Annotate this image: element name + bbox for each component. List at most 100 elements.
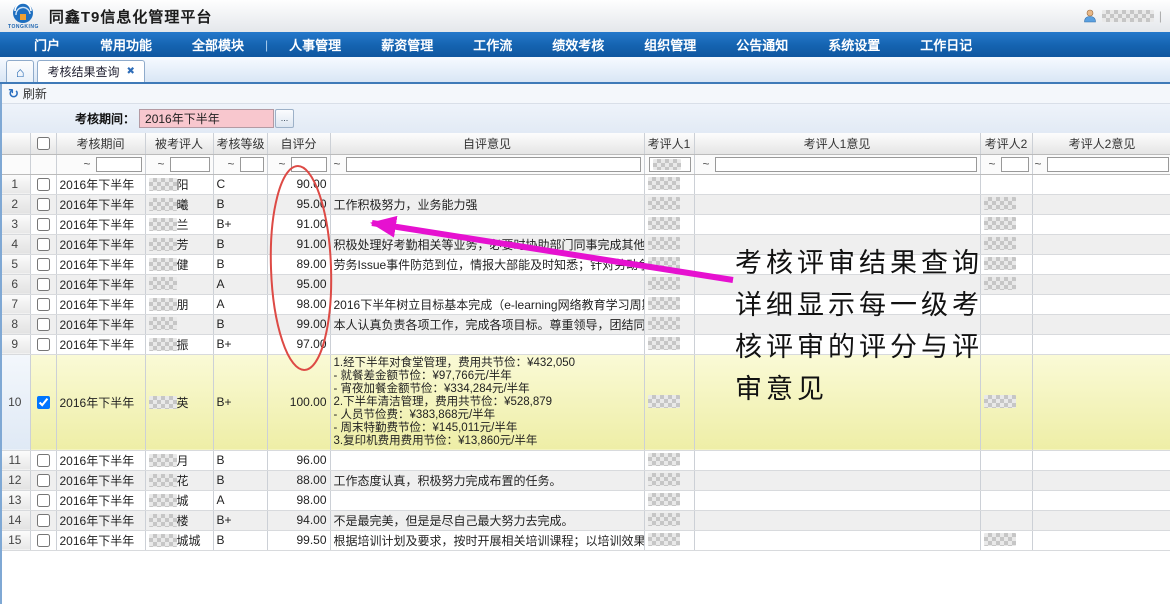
menu-item-organization[interactable]: 组织管理	[624, 35, 716, 54]
rater1-name-masked	[648, 453, 680, 466]
cell-period: 2016年下半年	[56, 274, 145, 294]
cell-rater1	[644, 334, 694, 354]
row-checkbox[interactable]	[37, 318, 50, 331]
row-checkbox[interactable]	[37, 178, 50, 191]
row-number: 9	[0, 334, 30, 354]
col-header-rater1[interactable]: 考评人1	[644, 133, 694, 154]
cell-rater2-comment	[1032, 334, 1170, 354]
cell-self-score: 91.00	[267, 214, 330, 234]
menu-item-performance[interactable]: 绩效考核	[532, 35, 624, 54]
row-number: 12	[0, 470, 30, 490]
row-checkbox[interactable]	[37, 278, 50, 291]
rater1-name-masked	[648, 395, 680, 408]
rater1-name-masked	[648, 277, 680, 290]
cell-rater1	[644, 174, 694, 194]
filter-tilde: ~	[702, 157, 709, 171]
cell-rater1-comment	[694, 490, 980, 510]
refresh-icon[interactable]: ↻	[8, 87, 19, 100]
menu-item-work-diary[interactable]: 工作日记	[900, 35, 992, 54]
app-window: TONGKING 同鑫T9信息化管理平台 | 门户常用功能全部模块|人事管理薪资…	[0, 0, 1170, 604]
menu-item-system-settings[interactable]: 系统设置	[808, 35, 900, 54]
menu-item-payroll[interactable]: 薪资管理	[361, 35, 453, 54]
row-checkbox-cell	[30, 294, 56, 314]
filter-tilde: ~	[334, 157, 341, 171]
cell-rater2-comment	[1032, 234, 1170, 254]
row-checkbox[interactable]	[37, 514, 50, 527]
row-checkbox[interactable]	[37, 198, 50, 211]
rater2-name-masked	[984, 197, 1016, 210]
col-header-self-comment[interactable]: 自评意见	[330, 133, 644, 154]
menu-item-common-functions[interactable]: 常用功能	[80, 35, 172, 54]
cell-self-score: 98.00	[267, 294, 330, 314]
row-checkbox[interactable]	[37, 258, 50, 271]
cell-rater2	[980, 510, 1032, 530]
row-checkbox[interactable]	[37, 474, 50, 487]
appraisee-name-masked	[149, 258, 177, 271]
cell-self-comment	[330, 174, 644, 194]
menu-item-hr[interactable]: 人事管理	[269, 35, 361, 54]
rater1-name-masked	[648, 473, 680, 486]
col-header-self-score[interactable]: 自评分	[267, 133, 330, 154]
cell-rater1	[644, 530, 694, 550]
filter-input-rater2[interactable]	[1001, 157, 1029, 172]
table-row: 12016年下半年阳C90.00	[0, 174, 1170, 194]
appraisee-name-masked	[149, 494, 177, 507]
cell-rater2-comment	[1032, 174, 1170, 194]
filter-input-rater1-comment[interactable]	[715, 157, 977, 172]
row-checkbox[interactable]	[37, 238, 50, 251]
refresh-button[interactable]: 刷新	[23, 85, 47, 102]
cell-self-comment: 本人认真负责各项工作，完成各项目标。尊重领导，团结同事。认	[330, 314, 644, 334]
col-header-grade[interactable]: 考核等级	[213, 133, 267, 154]
cell-self-score: 98.00	[267, 490, 330, 510]
col-header-rater2-comment[interactable]: 考评人2意见	[1032, 133, 1170, 154]
tab-assessment-result-query[interactable]: 考核结果查询 ✖	[37, 60, 144, 82]
cell-rater1-comment	[694, 194, 980, 214]
filter-input-appraisee[interactable]	[170, 157, 210, 172]
cell-appraisee: 芳	[145, 234, 213, 254]
cell-grade: B	[213, 254, 267, 274]
row-checkbox[interactable]	[37, 454, 50, 467]
menu-item-portal[interactable]: 门户	[14, 35, 80, 54]
filter-input-self-score[interactable]	[291, 157, 327, 172]
user-area[interactable]: |	[1083, 9, 1162, 23]
cell-self-score: 95.00	[267, 274, 330, 294]
row-number: 15	[0, 530, 30, 550]
cell-grade: B+	[213, 354, 267, 450]
filter-input-grade[interactable]	[240, 157, 264, 172]
menu-item-workflow[interactable]: 工作流	[453, 35, 532, 54]
row-checkbox[interactable]	[37, 298, 50, 311]
filter-cell-checkbox	[30, 154, 56, 174]
row-checkbox[interactable]	[37, 218, 50, 231]
select-all-checkbox[interactable]	[37, 137, 50, 150]
filter-cell-rater1	[644, 154, 694, 174]
rater1-name-masked	[648, 513, 680, 526]
filter-input-period[interactable]	[96, 157, 142, 172]
cell-grade: C	[213, 174, 267, 194]
cell-appraisee: 城	[145, 490, 213, 510]
col-header-period[interactable]: 考核期间	[56, 133, 145, 154]
cell-rater1	[644, 450, 694, 470]
cell-rater1	[644, 470, 694, 490]
row-checkbox[interactable]	[37, 338, 50, 351]
filter-input-rater2-comment[interactable]	[1047, 157, 1169, 172]
tab-home[interactable]: ⌂	[6, 60, 34, 82]
menu-item-all-modules[interactable]: 全部模块	[172, 35, 264, 54]
row-checkbox[interactable]	[37, 396, 50, 409]
row-checkbox[interactable]	[37, 494, 50, 507]
col-header-rater1-comment[interactable]: 考评人1意见	[694, 133, 980, 154]
cell-rater2	[980, 214, 1032, 234]
cell-self-comment: 1.经下半年对食堂管理，费用共节俭：¥432,050 - 就餐差金额节俭：¥97…	[330, 354, 644, 450]
row-checkbox[interactable]	[37, 534, 50, 547]
cell-rater1-comment	[694, 530, 980, 550]
filter-cell-rater2-comment: ~	[1032, 154, 1170, 174]
cell-self-score: 88.00	[267, 470, 330, 490]
col-header-appraisee[interactable]: 被考评人	[145, 133, 213, 154]
cell-rater2-comment	[1032, 470, 1170, 490]
close-icon[interactable]: ✖	[126, 67, 134, 77]
filter-input-self-comment[interactable]	[346, 157, 641, 172]
col-header-rater2[interactable]: 考评人2	[980, 133, 1032, 154]
browse-button[interactable]: ...	[275, 109, 294, 128]
menu-item-announcements[interactable]: 公告通知	[716, 35, 808, 54]
assessment-period-input[interactable]	[139, 109, 274, 128]
appraisee-name-masked	[149, 238, 177, 251]
